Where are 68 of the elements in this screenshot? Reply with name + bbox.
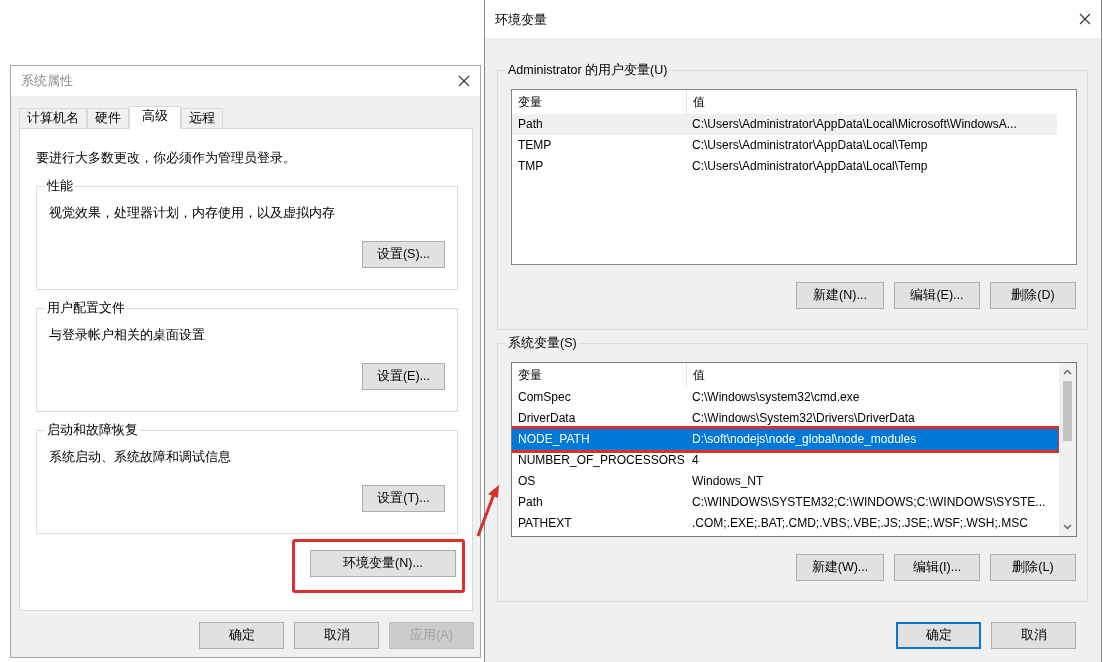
variable-name: Path <box>517 494 544 511</box>
variable-value: 4 <box>691 452 700 469</box>
annotation-arrow <box>476 484 502 538</box>
button[interactable]: 确定 <box>896 622 981 649</box>
variable-name: TMP <box>517 158 545 175</box>
variable-name: NUMBER_OF_PROCESSORS <box>517 452 686 469</box>
variable-name: NODE_PATH <box>517 431 591 448</box>
scroll-down-icon[interactable] <box>1063 524 1072 530</box>
list-row[interactable]: Path C:\Users\Administrator\AppData\Local\Microsoft\WindowsA... <box>512 114 1057 135</box>
button[interactable]: 取消 <box>991 622 1076 649</box>
tab[interactable]: 硬件 <box>87 108 129 128</box>
group-title: 用户配置文件 <box>45 299 127 316</box>
button[interactable]: 删除(D) <box>990 282 1076 309</box>
group-description: 系统启动、系统故障和调试信息 <box>49 448 232 466</box>
group-title: 启动和故障恢复 <box>45 421 140 438</box>
list-row[interactable]: OS Windows_NT <box>512 471 1058 492</box>
variable-name: TEMP <box>517 137 553 154</box>
variable-value: C:\Windows\System32\Drivers\DriverData <box>691 410 916 427</box>
close-icon[interactable] <box>1079 13 1091 25</box>
close-icon[interactable] <box>458 75 470 87</box>
button[interactable]: 设置(S)... <box>362 240 445 268</box>
variable-value: C:\Windows\system32\cmd.exe <box>691 389 861 406</box>
button[interactable]: 新建(N)... <box>796 282 884 309</box>
button[interactable]: 取消 <box>294 622 379 649</box>
variable-value: D:\soft\nodejs\node_global\node_modules <box>691 431 918 448</box>
tab[interactable]: 高级 <box>129 106 181 129</box>
list-row[interactable]: Path C:\WINDOWS\SYSTEM32;C:\WINDOWS;C:\WINDOWS\SYSTE... <box>512 492 1058 513</box>
button[interactable]: 删除(L) <box>990 554 1076 581</box>
list-row[interactable]: PATHEXT .COM;.EXE;.BAT;.CMD;.VBS;.VBE;.JS;.JSE;.WSF;.WSH;.MSC <box>512 513 1058 534</box>
column-header: 变量 <box>517 367 543 384</box>
notice-text: 要进行大多数更改，你必须作为管理员登录。 <box>36 150 297 167</box>
scroll-up-icon[interactable] <box>1063 369 1072 375</box>
list-row[interactable]: ComSpec C:\Windows\system32\cmd.exe <box>512 387 1058 408</box>
group-title: 性能 <box>45 177 75 194</box>
button[interactable]: 确定 <box>199 622 284 649</box>
group-description: 视觉效果，处理器计划，内存使用，以及虚拟内存 <box>49 204 336 222</box>
variable-value: C:\Users\Administrator\AppData\Local\Temp <box>691 137 929 154</box>
group-description: 与登录帐户相关的桌面设置 <box>49 326 206 344</box>
variable-value: .COM;.EXE;.BAT;.CMD;.VBS;.VBE;.JS;.JSE;.WSF;.WSH;.MSC <box>691 515 1029 532</box>
list-row[interactable]: DriverData C:\Windows\System32\Drivers\DriverData <box>512 408 1058 429</box>
scroll-thumb[interactable] <box>1063 381 1072 441</box>
variable-value: C:\Users\Administrator\AppData\Local\Temp <box>691 158 929 175</box>
window-title: 环境变量 <box>495 11 547 29</box>
list-row[interactable]: NUMBER_OF_PROCESSORS 4 <box>512 450 1058 471</box>
tab[interactable]: 远程 <box>181 108 223 128</box>
group-title: 系统变量(S) <box>506 335 579 351</box>
variable-name: DriverData <box>517 410 577 427</box>
list-row[interactable]: TMP C:\Users\Administrator\AppData\Local\Temp <box>512 156 1057 177</box>
variable-name: ComSpec <box>517 389 572 406</box>
column-header: 值 <box>686 363 1058 387</box>
variable-value: C:\Users\Administrator\AppData\Local\Microsoft\WindowsA... <box>691 116 1018 133</box>
group-title: Administrator 的用户变量(U) <box>506 62 670 78</box>
column-header: 变量 <box>517 94 543 111</box>
button[interactable]: 编辑(E)... <box>894 282 980 309</box>
button[interactable]: 环境变量(N)... <box>310 549 456 577</box>
button[interactable]: 设置(T)... <box>362 484 445 512</box>
list-row[interactable]: NODE_PATH D:\soft\nodejs\node_global\node_modules <box>512 429 1058 450</box>
tab[interactable]: 计算机名 <box>19 108 87 128</box>
variable-name: OS <box>517 473 537 490</box>
variable-name: PATHEXT <box>517 515 573 532</box>
list-row[interactable]: TEMP C:\Users\Administrator\AppData\Local\Temp <box>512 135 1057 156</box>
variable-value: C:\WINDOWS\SYSTEM32;C:\WINDOWS;C:\WINDOWS\SYSTE... <box>691 494 1047 511</box>
window-title: 系统属性 <box>21 72 73 90</box>
button[interactable]: 编辑(I)... <box>894 554 980 581</box>
button[interactable]: 设置(E)... <box>362 362 445 390</box>
variable-value: Windows_NT <box>691 473 765 490</box>
variable-name: Path <box>517 116 544 133</box>
button[interactable]: 新建(W)... <box>796 554 884 581</box>
